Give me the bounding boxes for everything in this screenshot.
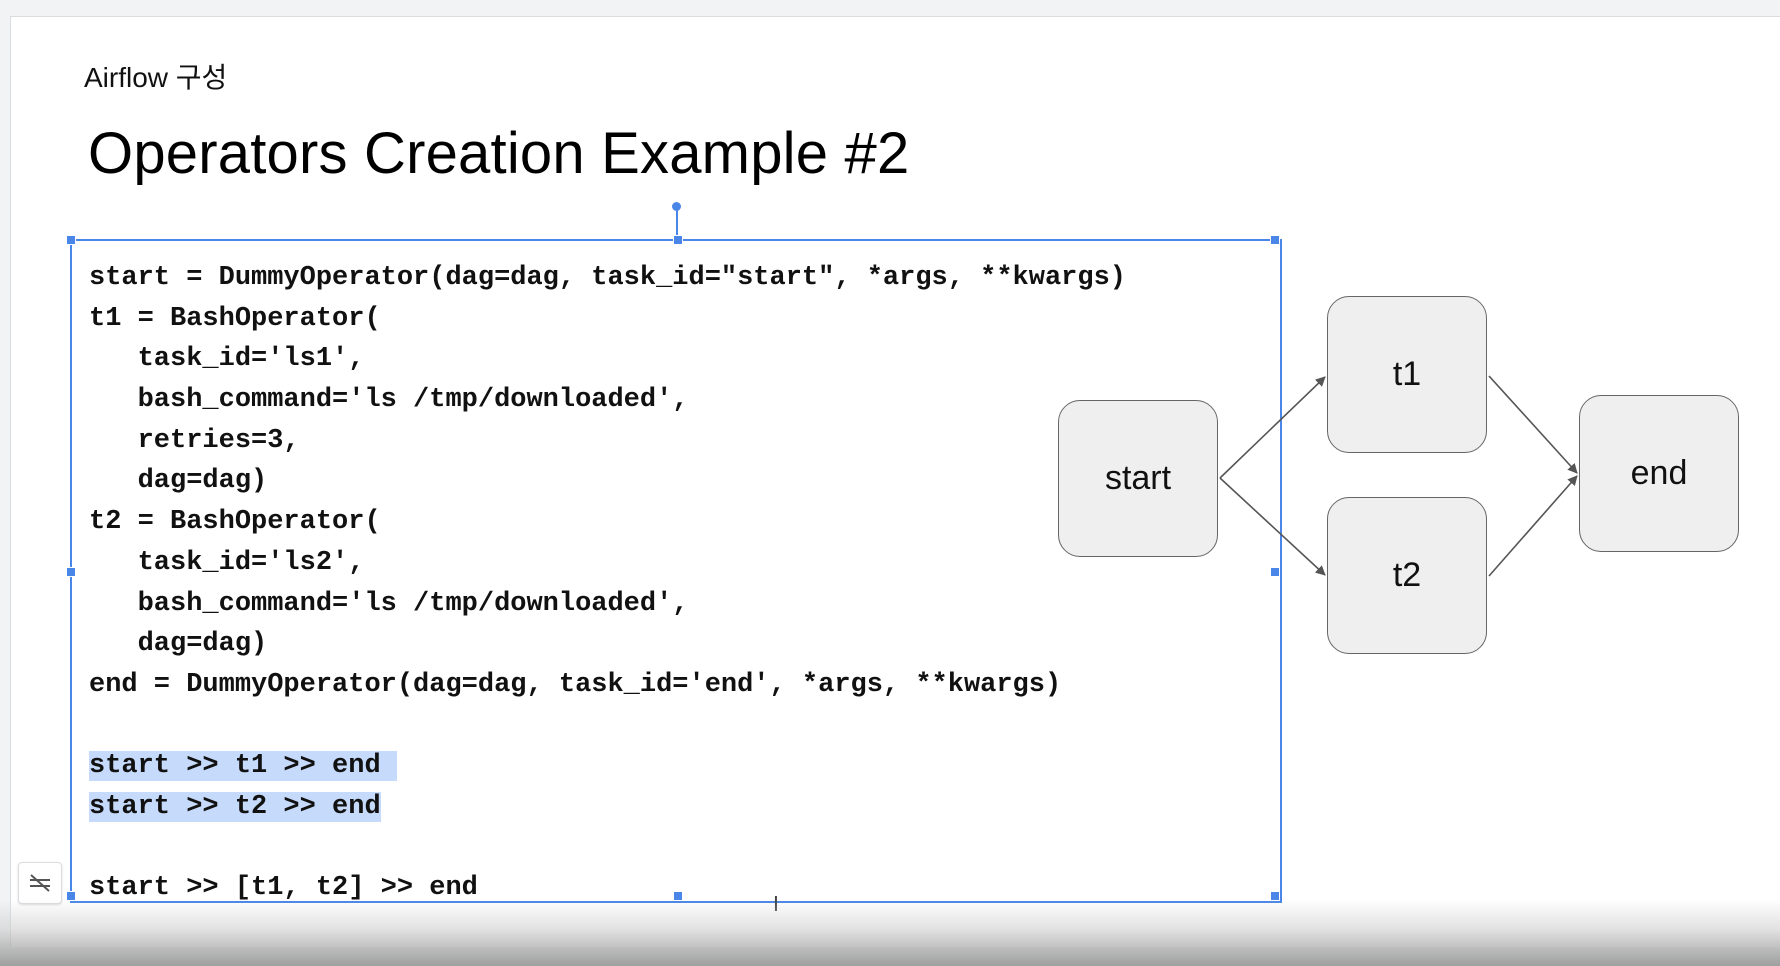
node-start-label: start bbox=[1104, 459, 1172, 497]
edge-t1-end bbox=[1488, 375, 1578, 474]
node-t2[interactable]: t2 bbox=[1327, 497, 1487, 654]
node-t1[interactable]: t1 bbox=[1327, 296, 1487, 453]
dag-edges bbox=[1219, 375, 1578, 577]
hide-comments-button[interactable] bbox=[18, 862, 62, 904]
node-start[interactable]: start bbox=[1058, 400, 1218, 557]
hide-comments-icon bbox=[30, 874, 50, 892]
edge-t2-end bbox=[1488, 475, 1578, 577]
edge-start-t2 bbox=[1219, 477, 1326, 576]
node-t2-label: t2 bbox=[1392, 556, 1422, 594]
text-cursor-icon: I bbox=[773, 892, 779, 916]
node-end-label: end bbox=[1630, 454, 1688, 492]
node-end[interactable]: end bbox=[1579, 395, 1739, 552]
edge-start-t1 bbox=[1219, 376, 1326, 479]
node-t1-label: t1 bbox=[1392, 355, 1422, 393]
